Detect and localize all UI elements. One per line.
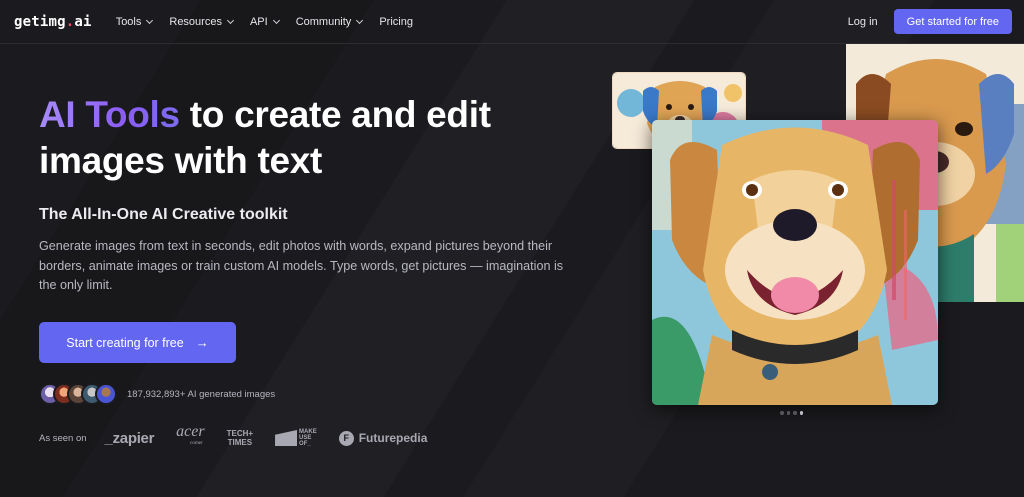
tech-times-logo[interactable]: TECH+ TIMES	[227, 429, 253, 447]
chevron-down-icon	[272, 16, 280, 24]
start-creating-button[interactable]: Start creating for free →	[39, 322, 236, 363]
hero-description: Generate images from text in seconds, ed…	[39, 239, 564, 292]
generated-count: 187,932,893+ AI generated images	[127, 388, 276, 400]
avatar	[95, 383, 117, 405]
hero-section: AI Tools to create and edit images with …	[39, 92, 599, 296]
nav-item-tools[interactable]: Tools	[116, 16, 154, 28]
carousel-dot-active[interactable]	[799, 411, 803, 415]
nav-item-pricing[interactable]: Pricing	[379, 16, 413, 28]
futurepedia-icon: F	[338, 430, 354, 446]
dog-painting-main-image	[652, 120, 938, 405]
arrow-right-icon: →	[195, 335, 209, 350]
carousel-dot[interactable]	[780, 411, 784, 415]
carousel-indicators	[780, 411, 806, 415]
futurepedia-logo[interactable]: F Futurepedia	[338, 430, 427, 446]
top-navbar: getimg.ai Tools Resources API Community …	[0, 0, 1024, 44]
chevron-down-icon	[356, 16, 364, 24]
zapier-logo[interactable]: _zapier	[105, 430, 155, 447]
makeuseof-logo[interactable]: MAKE USE OF_	[275, 429, 317, 447]
acer-logo[interactable]: acer corner	[176, 424, 204, 450]
nav-item-api[interactable]: API	[250, 16, 280, 28]
chevron-down-icon	[146, 16, 154, 24]
makeuseof-mark-icon	[275, 430, 298, 446]
logo[interactable]: getimg.ai	[14, 14, 92, 30]
headline-highlight: AI Tools	[39, 94, 180, 135]
as-seen-on-label: As seen on	[39, 432, 87, 444]
as-seen-on: As seen on _zapier acer corner TECH+ TIM…	[39, 424, 449, 450]
hero-headline: AI Tools to create and edit images with …	[39, 94, 491, 181]
chevron-down-icon	[226, 16, 234, 24]
hero-subheadline: The All-In-One AI Creative toolkit	[39, 206, 288, 223]
user-avatars: 187,932,893+ AI generated images	[39, 383, 275, 405]
nav-item-community[interactable]: Community	[296, 16, 364, 28]
get-started-button[interactable]: Get started for free	[893, 9, 1012, 34]
carousel-dot[interactable]	[786, 411, 790, 415]
nav-item-resources[interactable]: Resources	[169, 16, 234, 28]
carousel-dot[interactable]	[793, 411, 797, 415]
login-link[interactable]: Log in	[848, 16, 878, 28]
